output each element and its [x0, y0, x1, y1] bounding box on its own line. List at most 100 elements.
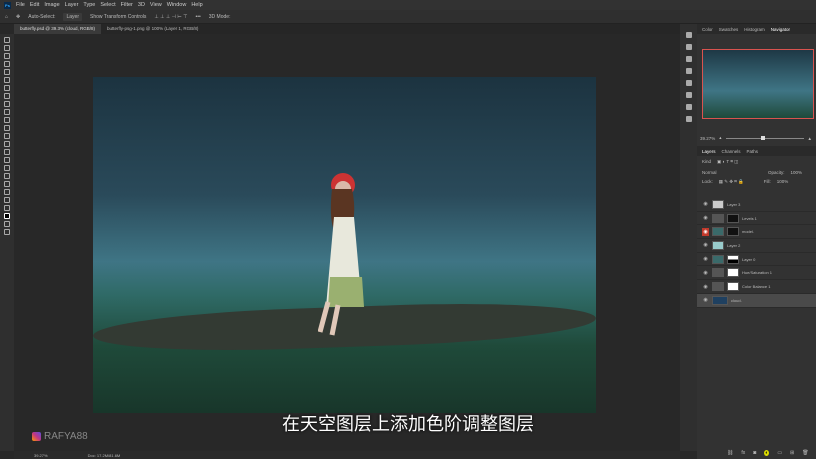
character-icon[interactable] — [685, 92, 692, 98]
document-canvas[interactable] — [93, 77, 596, 413]
brush-settings-icon[interactable] — [685, 80, 692, 86]
group-icon[interactable]: ▭ — [777, 450, 782, 456]
lock-icons[interactable]: ▦ ✎ ✥ ⌗ 🔒 — [719, 179, 744, 185]
adjustment-icon — [712, 282, 724, 292]
adjustments-icon[interactable] — [685, 56, 692, 62]
layer-comps-icon[interactable] — [685, 116, 692, 122]
zoom-tool-icon[interactable] — [4, 197, 10, 203]
auto-select-checkbox[interactable]: Auto-Select: — [28, 14, 55, 20]
crop-tool-icon[interactable] — [4, 69, 10, 75]
stamp-tool-icon[interactable] — [4, 109, 10, 115]
marquee-tool-icon[interactable] — [4, 45, 10, 51]
healing-brush-icon[interactable] — [4, 93, 10, 99]
type-tool-icon[interactable] — [4, 165, 10, 171]
filter-icons[interactable]: ▣ ◐ T ⌗ ◫ — [717, 159, 738, 165]
history-brush-icon[interactable] — [4, 117, 10, 123]
layer-row[interactable]: ◉ Hue/Saturation 1 — [697, 267, 816, 281]
menu-3d[interactable]: 3D — [138, 2, 145, 8]
properties-icon[interactable] — [685, 44, 692, 50]
magic-wand-icon[interactable] — [4, 61, 10, 67]
tab-paths[interactable]: Paths — [747, 149, 759, 154]
layer-mask-thumbnail — [727, 268, 739, 278]
layer-row[interactable]: ◉ Color Balance 1 — [697, 280, 816, 294]
tab-channels[interactable]: Channels — [722, 149, 741, 154]
eye-icon[interactable]: ◉ — [702, 269, 709, 277]
link-icon[interactable]: ⛓ — [727, 450, 733, 456]
tab-color[interactable]: Color — [702, 27, 713, 32]
show-transform-checkbox[interactable]: Show Transform Controls — [90, 14, 146, 20]
quick-mask-icon[interactable] — [4, 221, 10, 227]
paragraph-icon[interactable] — [685, 104, 692, 110]
status-zoom[interactable]: 39.27% — [34, 453, 48, 458]
eye-icon[interactable]: ◉ — [702, 200, 709, 208]
eye-icon[interactable]: ◉ — [702, 214, 709, 222]
lasso-tool-icon[interactable] — [4, 53, 10, 59]
more-icon[interactable]: ••• — [196, 14, 201, 20]
zoom-in-icon[interactable]: ▲ — [808, 136, 812, 141]
layer-row[interactable]: ◉ Levels 1 — [697, 212, 816, 226]
tab-layers[interactable]: Layers — [702, 149, 716, 154]
opacity-field[interactable]: 100% — [791, 170, 803, 175]
dodge-tool-icon[interactable] — [4, 149, 10, 155]
tab-butterfly-psd[interactable]: butterfly.psd @ 39.3% (cloud, RGB/8) — [14, 24, 102, 34]
tab-swatches[interactable]: Swatches — [719, 27, 739, 32]
menu-image[interactable]: Image — [44, 2, 59, 8]
navigator-zoom-slider[interactable] — [725, 135, 804, 140]
menu-view[interactable]: View — [150, 2, 162, 8]
trash-icon[interactable]: 🗑 — [802, 450, 808, 456]
align-icons[interactable]: ⊥ ⊥ ⊥ ⊣ ⊢ ⊤ — [154, 14, 187, 20]
screen-mode-icon[interactable] — [4, 229, 10, 235]
adjustment-layer-icon[interactable]: ◐ — [764, 450, 770, 456]
auto-select-target-dropdown[interactable]: Layer — [63, 12, 82, 21]
menu-edit[interactable]: Edit — [30, 2, 39, 8]
blur-tool-icon[interactable] — [4, 141, 10, 147]
move-tool-icon[interactable]: ✥ — [16, 14, 20, 20]
menu-type[interactable]: Type — [83, 2, 95, 8]
layer-row[interactable]: ◉ cloud. — [697, 293, 816, 308]
eye-icon[interactable]: ◉ — [702, 241, 709, 249]
fill-field[interactable]: 100% — [777, 179, 789, 185]
menu-layer[interactable]: Layer — [65, 2, 79, 8]
eye-icon[interactable]: ◉ — [702, 283, 709, 291]
hand-tool-icon[interactable] — [4, 189, 10, 195]
tab-butterfly-png[interactable]: butterfly-psg-1.png @ 100% (Layer 1, RGB… — [101, 24, 204, 34]
navigator-zoom-value[interactable]: 39.27% — [700, 136, 715, 141]
options-bar: ⌂ ✥ Auto-Select: Layer Show Transform Co… — [0, 10, 816, 24]
color-swatches-icon[interactable] — [4, 213, 10, 219]
menu-select[interactable]: Select — [100, 2, 115, 8]
libraries-icon[interactable] — [685, 68, 692, 74]
menu-file[interactable]: File — [16, 2, 25, 8]
zoom-out-icon[interactable]: ▴ — [719, 135, 721, 141]
history-icon[interactable] — [685, 32, 692, 38]
eye-icon[interactable]: ◉ — [702, 296, 709, 304]
more-tools-icon[interactable] — [4, 205, 10, 211]
fx-icon[interactable]: fx — [741, 450, 745, 456]
mask-icon[interactable]: ◙ — [753, 450, 756, 456]
blend-mode-dropdown[interactable]: Normal — [702, 170, 762, 175]
eye-icon[interactable]: ◉ — [702, 227, 709, 236]
kind-filter-dropdown[interactable]: Kind — [702, 159, 711, 165]
new-layer-icon[interactable]: ⊞ — [790, 450, 794, 456]
path-select-icon[interactable] — [4, 173, 10, 179]
pen-tool-icon[interactable] — [4, 157, 10, 163]
shape-tool-icon[interactable] — [4, 181, 10, 187]
eyedropper-icon[interactable] — [4, 85, 10, 91]
navigator-preview[interactable] — [702, 49, 814, 119]
layer-row[interactable]: ◉ Layer 3 — [697, 198, 816, 212]
layer-row[interactable]: ◉ model. — [697, 225, 816, 240]
frame-tool-icon[interactable] — [4, 77, 10, 83]
tab-histogram[interactable]: Histogram — [744, 27, 765, 32]
menu-help[interactable]: Help — [191, 2, 202, 8]
move-tool-icon[interactable] — [4, 37, 10, 43]
menu-window[interactable]: Window — [167, 2, 187, 8]
gradient-tool-icon[interactable] — [4, 133, 10, 139]
tab-navigator[interactable]: Navigator — [771, 27, 790, 32]
brush-tool-icon[interactable] — [4, 101, 10, 107]
home-icon[interactable]: ⌂ — [5, 14, 8, 20]
layer-row[interactable]: ◉ Layer 2 — [697, 239, 816, 253]
eye-icon[interactable]: ◉ — [702, 255, 709, 263]
menu-filter[interactable]: Filter — [121, 2, 133, 8]
opacity-label: Opacity: — [768, 170, 785, 175]
eraser-icon[interactable] — [4, 125, 10, 131]
layer-row[interactable]: ◉ Layer 0 — [697, 253, 816, 267]
